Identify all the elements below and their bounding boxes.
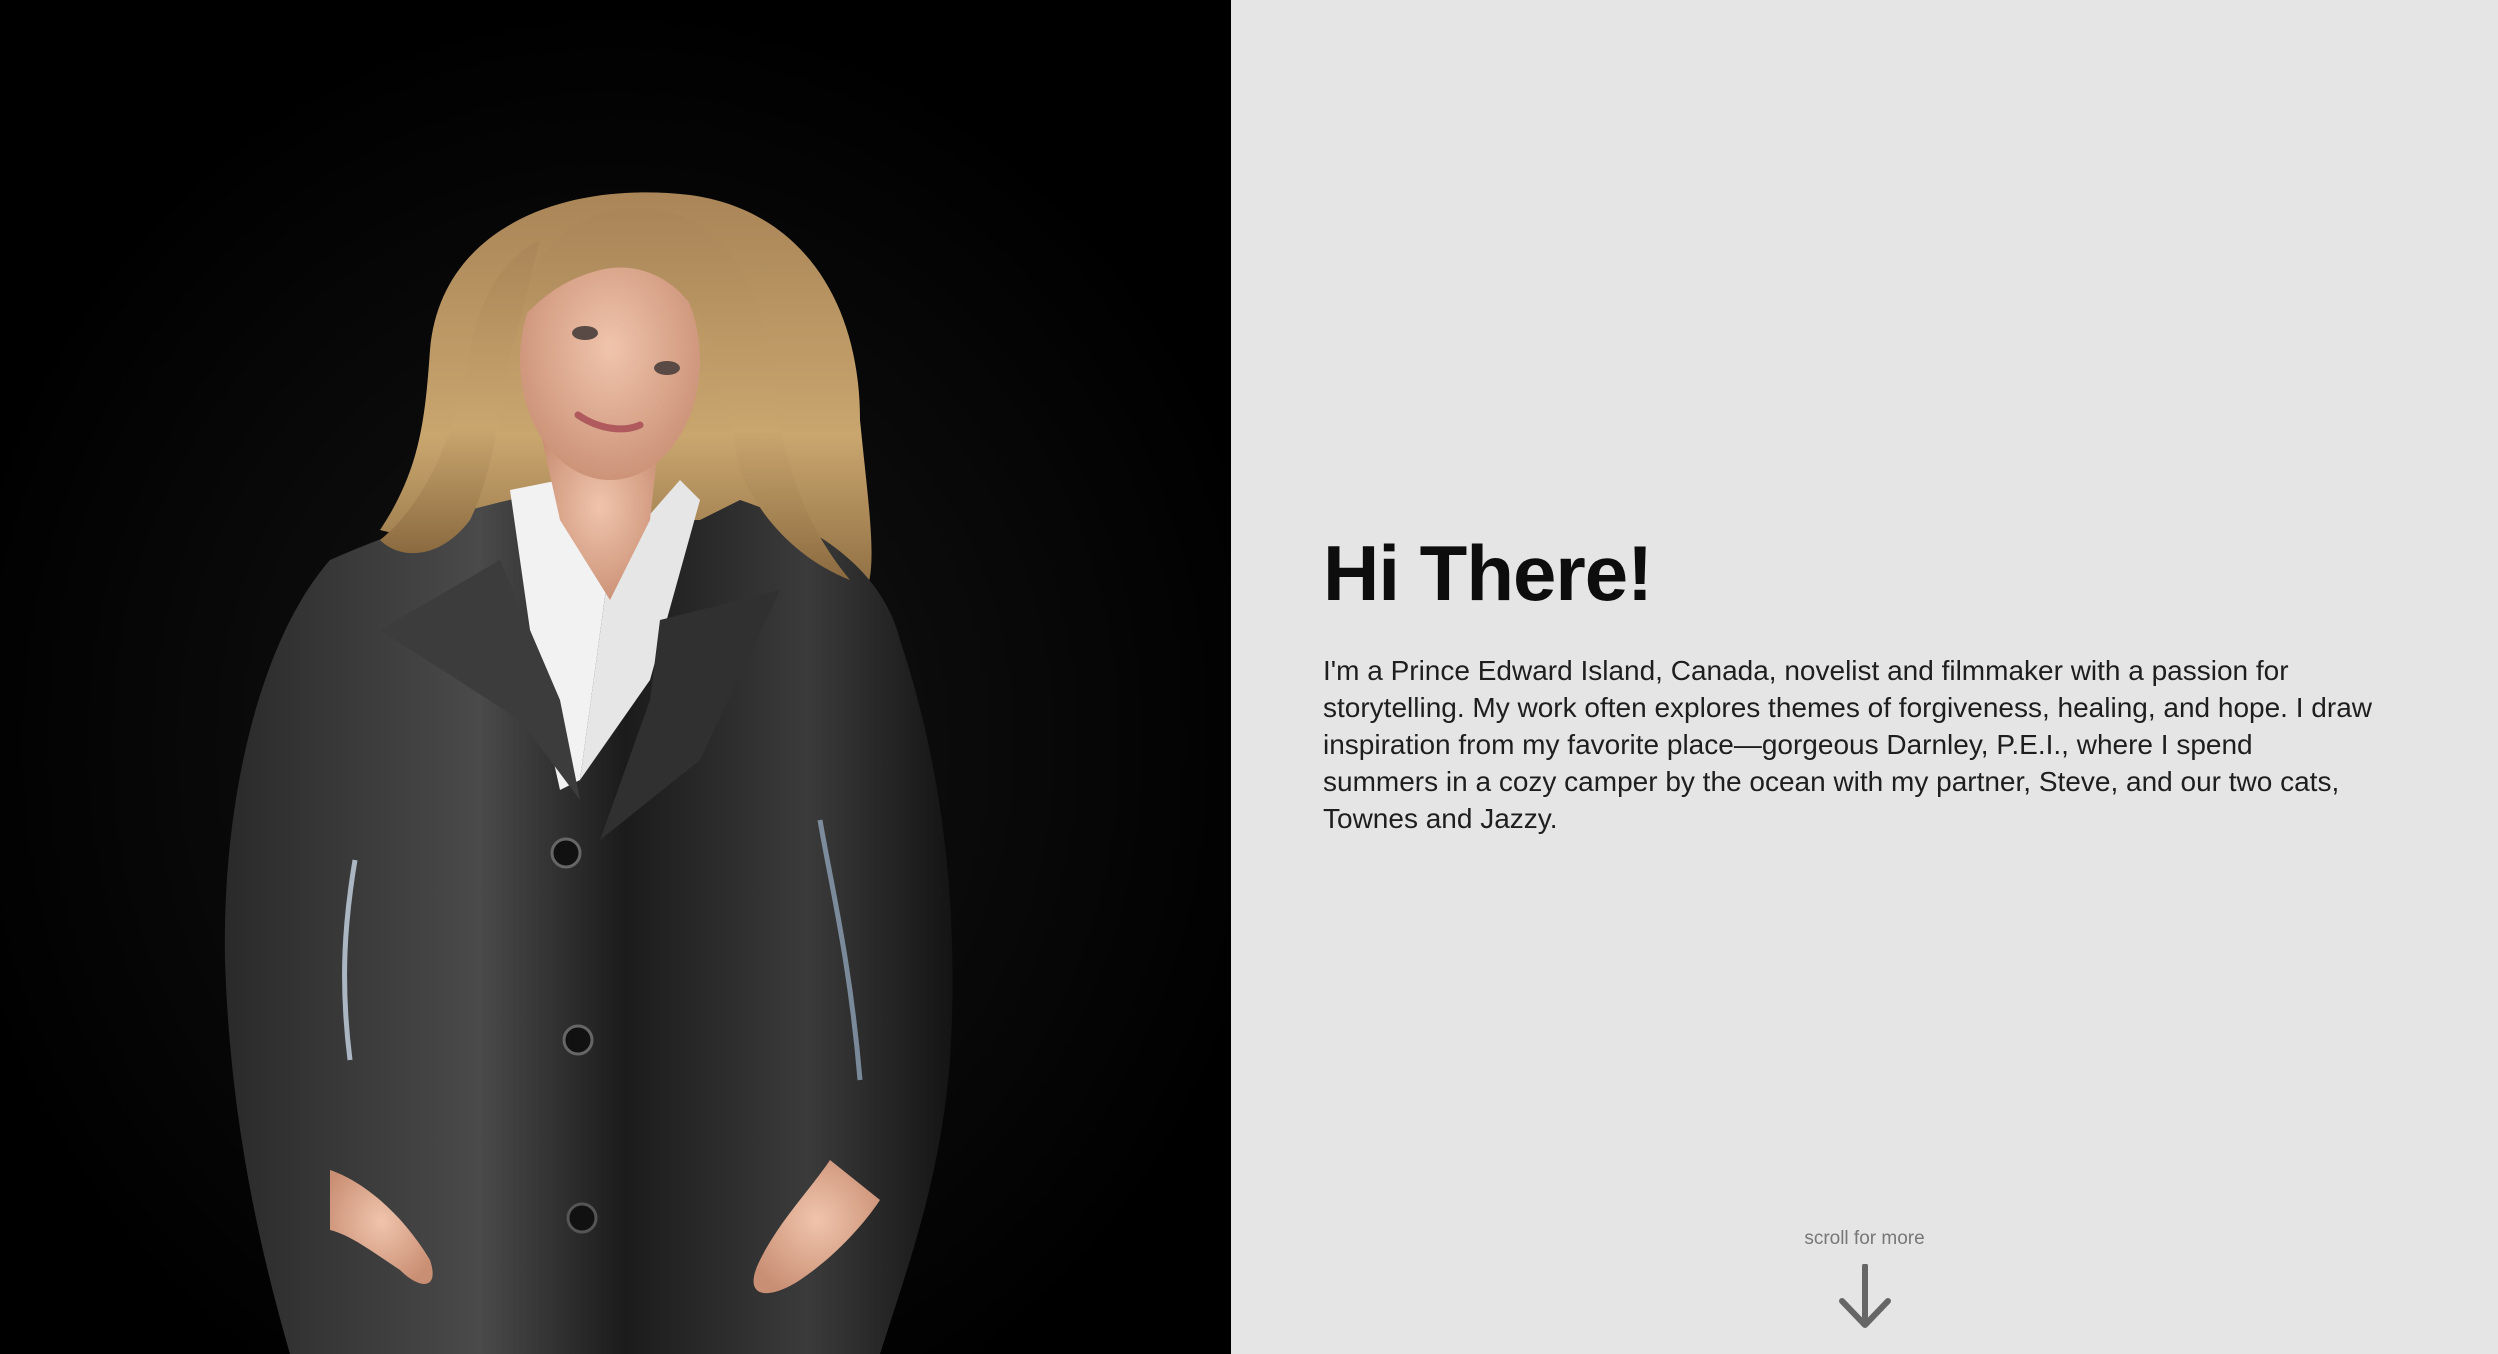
intro-block: Hi There! I'm a Prince Edward Island, Ca…: [1323, 528, 2473, 837]
portrait-photo: [0, 0, 1231, 1354]
scroll-hint[interactable]: scroll for more: [1231, 1228, 2498, 1330]
scroll-hint-label: scroll for more: [1804, 1228, 1925, 1249]
arrow-down-icon[interactable]: [1837, 1264, 1893, 1330]
portrait-panel: [0, 0, 1231, 1354]
bio-paragraph: I'm a Prince Edward Island, Canada, nove…: [1323, 655, 2372, 834]
page-title: Hi There!: [1323, 529, 1653, 617]
about-page: Hi There! I'm a Prince Edward Island, Ca…: [0, 0, 2498, 1354]
intro-panel: Hi There! I'm a Prince Edward Island, Ca…: [1231, 0, 2498, 1354]
